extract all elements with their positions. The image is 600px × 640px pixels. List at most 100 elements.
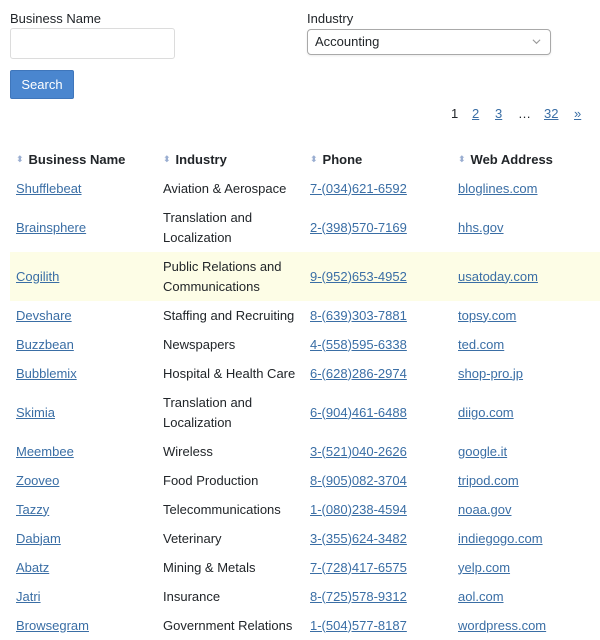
search-button[interactable]: Search	[10, 70, 74, 99]
phone-link[interactable]: 1-(080)238-4594	[310, 502, 407, 517]
web-address-link[interactable]: google.it	[458, 444, 507, 459]
business-name-link[interactable]: Buzzbean	[16, 337, 74, 352]
phone-link[interactable]: 8-(639)303-7881	[310, 308, 407, 323]
phone-link[interactable]: 6-(628)286-2974	[310, 366, 407, 381]
phone-link[interactable]: 3-(521)040-2626	[310, 444, 407, 459]
industry-cell: Insurance	[163, 588, 221, 604]
web-address-link[interactable]: aol.com	[458, 589, 504, 604]
table-row: Jatri Insurance 8-(725)578-9312 aol.com	[10, 582, 600, 611]
business-name-link[interactable]: Devshare	[16, 308, 72, 323]
web-address-link[interactable]: tripod.com	[458, 473, 519, 488]
web-address-link[interactable]: noaa.gov	[458, 502, 512, 517]
web-address-cell: ted.com	[452, 330, 600, 359]
table-header-row: ⬍ Business Name ⬍ Industry ⬍ Phone ⬍ Web Add…	[10, 144, 600, 174]
header-industry[interactable]: ⬍ Industry	[157, 144, 304, 174]
table-row: Cogilith Public Relations and Communicati…	[10, 252, 600, 301]
web-address-link[interactable]: diigo.com	[458, 405, 514, 420]
business-name-link[interactable]: Browsegram	[16, 618, 89, 633]
business-name-link[interactable]: Dabjam	[16, 531, 61, 546]
industry-cell-cell: Insurance	[157, 582, 304, 611]
industry-cell-cell: Translation and Localization	[157, 388, 304, 437]
business-name-cell: Devshare	[10, 301, 157, 330]
phone-cell: 1-(504)577-8187	[304, 611, 452, 640]
industry-select[interactable]: Accounting	[307, 29, 551, 55]
table-row: Browsegram Government Relations 1-(504)577…	[10, 611, 600, 640]
page-link-3[interactable]: 3	[495, 106, 502, 121]
business-name-link[interactable]: Meembee	[16, 444, 74, 459]
web-address-link[interactable]: hhs.gov	[458, 220, 504, 235]
sort-icon: ⬍	[163, 153, 171, 164]
web-address-cell: bloglines.com	[452, 174, 600, 203]
header-web-address[interactable]: ⬍ Web Address	[452, 144, 600, 174]
business-name-cell: Jatri	[10, 582, 157, 611]
industry-cell-cell: Telecommunications	[157, 495, 304, 524]
web-address-link[interactable]: bloglines.com	[458, 181, 538, 196]
phone-link[interactable]: 8-(905)082-3704	[310, 473, 407, 488]
industry-cell-cell: Staffing and Recruiting	[157, 301, 304, 330]
phone-link[interactable]: 3-(355)624-3482	[310, 531, 407, 546]
page-next[interactable]: »	[574, 106, 581, 121]
web-address-cell: diigo.com	[452, 388, 600, 437]
phone-link[interactable]: 6-(904)461-6488	[310, 405, 407, 420]
business-name-cell: Cogilith	[10, 252, 157, 301]
industry-cell-cell: Translation and Localization	[157, 203, 304, 252]
web-address-link[interactable]: shop-pro.jp	[458, 366, 523, 381]
web-address-link[interactable]: wordpress.com	[458, 618, 546, 633]
web-address-link[interactable]: topsy.com	[458, 308, 516, 323]
business-name-link[interactable]: Shufflebeat	[16, 181, 82, 196]
industry-cell: Food Production	[163, 472, 259, 488]
page-link-2[interactable]: 2	[472, 106, 479, 121]
business-name-cell: Bubblemix	[10, 359, 157, 388]
phone-link[interactable]: 4-(558)595-6338	[310, 337, 407, 352]
web-address-cell: google.it	[452, 437, 600, 466]
business-table: ⬍ Business Name ⬍ Industry ⬍ Phone ⬍ Web Add…	[10, 144, 600, 640]
business-name-cell: Dabjam	[10, 524, 157, 553]
phone-link[interactable]: 9-(952)653-4952	[310, 269, 407, 284]
web-address-cell: shop-pro.jp	[452, 359, 600, 388]
phone-cell: 7-(034)621-6592	[304, 174, 452, 203]
phone-cell: 1-(080)238-4594	[304, 495, 452, 524]
phone-link[interactable]: 8-(725)578-9312	[310, 589, 407, 604]
phone-cell: 2-(398)570-7169	[304, 203, 452, 252]
business-name-link[interactable]: Brainsphere	[16, 220, 86, 235]
web-address-cell: hhs.gov	[452, 203, 600, 252]
page-link-last[interactable]: 32	[544, 106, 558, 121]
business-name-link[interactable]: Bubblemix	[16, 366, 77, 381]
web-address-cell: indiegogo.com	[452, 524, 600, 553]
business-name-link[interactable]: Abatz	[16, 560, 49, 575]
industry-label: Industry	[307, 11, 354, 26]
phone-cell: 8-(905)082-3704	[304, 466, 452, 495]
web-address-link[interactable]: ted.com	[458, 337, 504, 352]
business-name-link[interactable]: Skimia	[16, 405, 55, 420]
chevron-down-icon	[532, 39, 541, 45]
phone-link[interactable]: 1-(504)577-8187	[310, 618, 407, 633]
phone-cell: 6-(904)461-6488	[304, 388, 452, 437]
phone-cell: 4-(558)595-6338	[304, 330, 452, 359]
web-address-link[interactable]: yelp.com	[458, 560, 510, 575]
phone-cell: 9-(952)653-4952	[304, 252, 452, 301]
phone-link[interactable]: 7-(034)621-6592	[310, 181, 407, 196]
business-name-cell: Browsegram	[10, 611, 157, 640]
page-ellipsis: …	[518, 106, 531, 121]
business-name-input[interactable]	[10, 28, 175, 59]
phone-cell: 8-(725)578-9312	[304, 582, 452, 611]
web-address-link[interactable]: usatoday.com	[458, 269, 538, 284]
phone-link[interactable]: 2-(398)570-7169	[310, 220, 407, 235]
sort-icon: ⬍	[16, 153, 24, 164]
industry-cell: Wireless	[163, 443, 213, 459]
web-address-cell: wordpress.com	[452, 611, 600, 640]
web-address-cell: noaa.gov	[452, 495, 600, 524]
phone-link[interactable]: 7-(728)417-6575	[310, 560, 407, 575]
phone-cell: 3-(521)040-2626	[304, 437, 452, 466]
business-name-link[interactable]: Jatri	[16, 589, 41, 604]
table-row: Bubblemix Hospital & Health Care 6-(628)28…	[10, 359, 600, 388]
business-name-link[interactable]: Cogilith	[16, 269, 59, 284]
business-name-link[interactable]: Zooveo	[16, 473, 59, 488]
industry-cell: Translation and Localization	[163, 209, 253, 245]
business-name-link[interactable]: Tazzy	[16, 502, 49, 517]
phone-cell: 7-(728)417-6575	[304, 553, 452, 582]
web-address-link[interactable]: indiegogo.com	[458, 531, 543, 546]
industry-cell: Veterinary	[163, 530, 222, 546]
header-phone[interactable]: ⬍ Phone	[304, 144, 452, 174]
header-business-name[interactable]: ⬍ Business Name	[10, 144, 157, 174]
